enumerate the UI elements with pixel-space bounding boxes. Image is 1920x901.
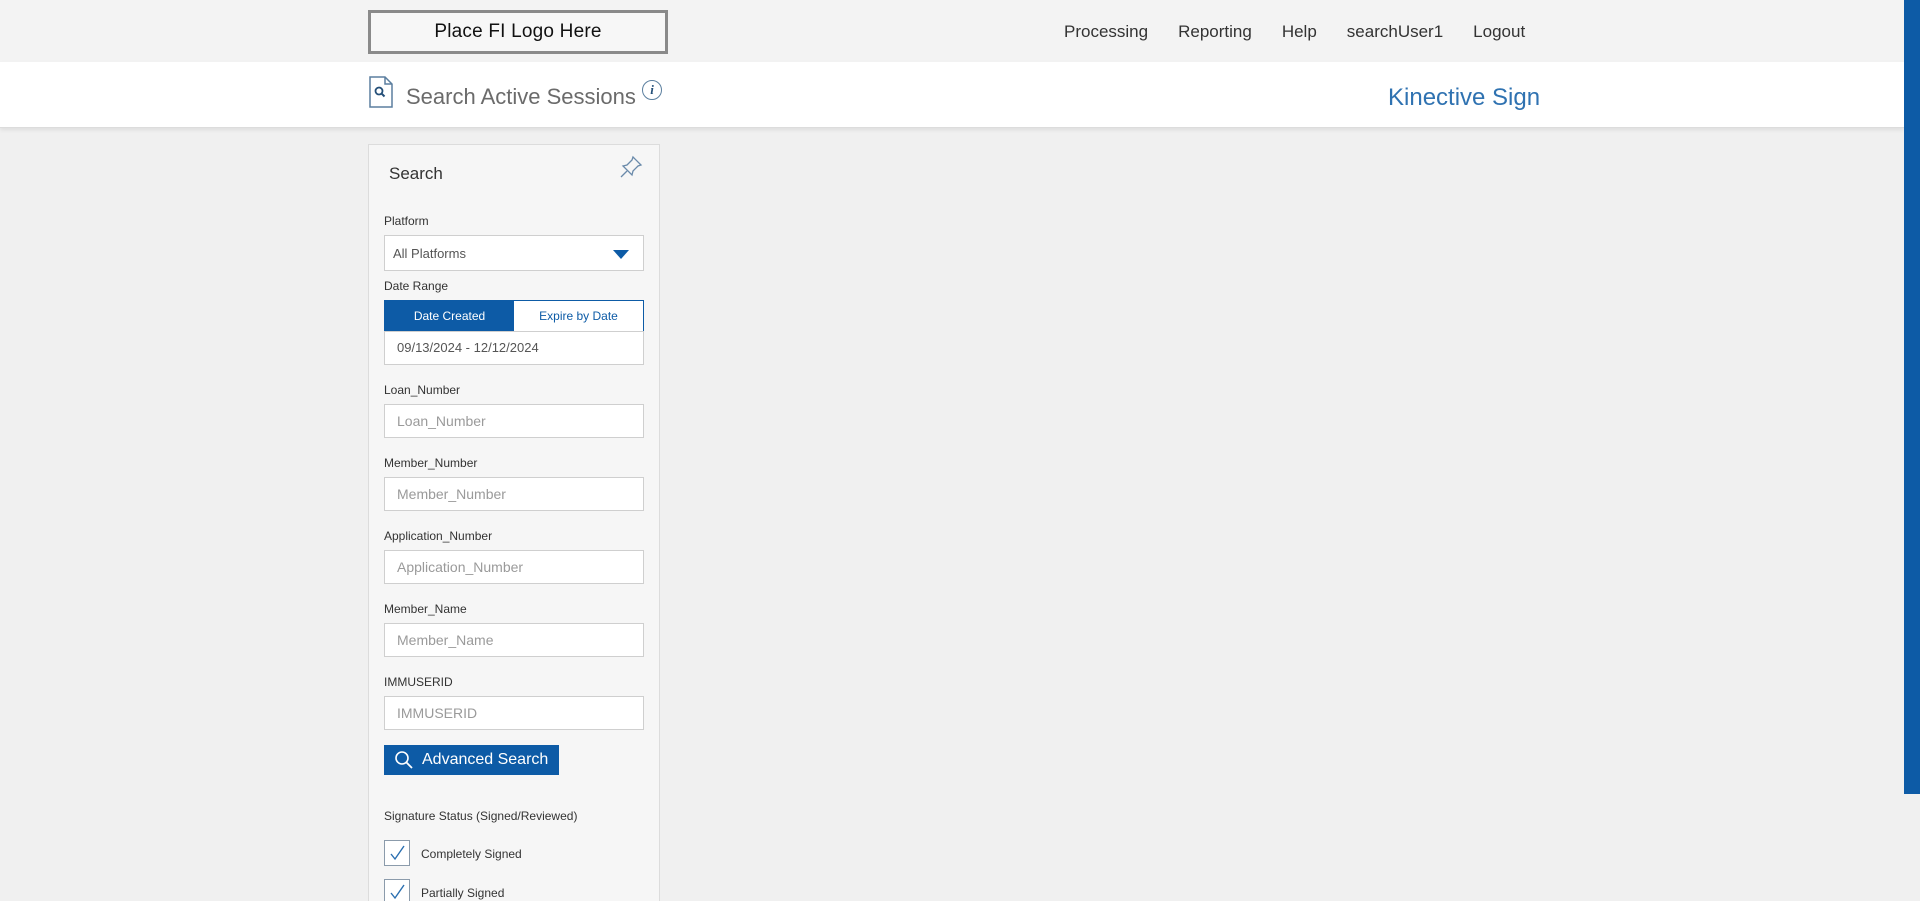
completely-signed-label: Completely Signed <box>421 847 522 861</box>
expire-by-date-tab[interactable]: Expire by Date <box>514 301 643 331</box>
completely-signed-checkbox[interactable] <box>384 840 410 866</box>
member-number-input[interactable] <box>384 477 644 511</box>
panel-title: Search <box>389 164 443 183</box>
signature-status-label: Signature Status (Signed/Reviewed) <box>384 809 578 823</box>
right-accent-strip <box>1904 0 1920 794</box>
advanced-search-button[interactable]: Advanced Search <box>384 745 559 775</box>
checkmark-icon <box>390 884 405 900</box>
top-nav: Processing Reporting Help searchUser1 Lo… <box>1064 22 1555 42</box>
brand-name: Kinective Sign <box>1388 84 1541 111</box>
platform-select[interactable]: All Platforms <box>384 235 644 271</box>
date-range-label: Date Range <box>384 279 449 293</box>
nav-logout[interactable]: Logout <box>1473 22 1525 42</box>
top-bar: Place FI Logo Here Processing Reporting … <box>0 0 1904 62</box>
member-name-input[interactable] <box>384 623 644 657</box>
advanced-search-label: Advanced Search <box>422 751 549 768</box>
date-created-tab[interactable]: Date Created <box>385 301 514 331</box>
search-icon <box>395 751 413 769</box>
nav-user[interactable]: searchUser1 <box>1347 22 1443 42</box>
nav-processing[interactable]: Processing <box>1064 22 1148 42</box>
page-title: Search Active Sessions <box>406 84 636 109</box>
loan-number-input[interactable] <box>384 404 644 438</box>
application-number-input[interactable] <box>384 550 644 584</box>
pin-icon[interactable] <box>617 153 645 181</box>
loan-number-label: Loan_Number <box>384 383 461 397</box>
fi-logo-placeholder[interactable]: Place FI Logo Here <box>368 10 668 54</box>
date-range-input[interactable]: 09/13/2024 - 12/12/2024 <box>384 331 644 365</box>
document-search-icon <box>369 76 393 108</box>
immuserid-label: IMMUSERID <box>384 675 453 689</box>
platform-selected-value: All Platforms <box>393 246 466 261</box>
member-number-label: Member_Number <box>384 456 478 470</box>
chevron-down-icon <box>613 250 629 259</box>
nav-reporting[interactable]: Reporting <box>1178 22 1252 42</box>
partially-signed-label: Partially Signed <box>421 886 505 900</box>
application-number-label: Application_Number <box>384 529 493 543</box>
platform-label: Platform <box>384 214 429 228</box>
immuserid-input[interactable] <box>384 696 644 730</box>
partially-signed-checkbox[interactable] <box>384 879 410 901</box>
page-header: Search Active Sessions i Kinective Sign <box>0 62 1904 128</box>
member-name-label: Member_Name <box>384 602 467 616</box>
nav-help[interactable]: Help <box>1282 22 1317 42</box>
checkmark-icon <box>390 845 405 861</box>
date-range-toggle: Date Created Expire by Date <box>384 300 644 332</box>
info-icon[interactable]: i <box>642 80 662 100</box>
search-panel: Search Platform All Platforms Date Range… <box>368 144 660 901</box>
